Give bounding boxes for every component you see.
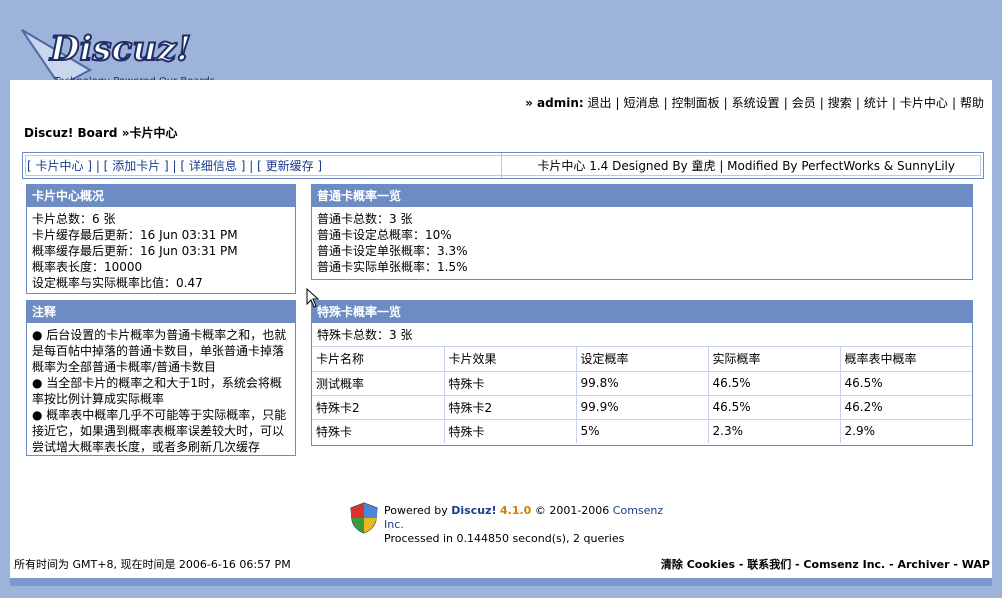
- cell-actual-prob: 46.5%: [708, 395, 841, 420]
- nav-stats[interactable]: 统计: [864, 96, 888, 110]
- overview-panel: 卡片中心概况 卡片总数：6 张 卡片缓存最后更新：16 Jun 03:31 PM…: [26, 184, 296, 294]
- top-navigation: » admin: 退出 | 短消息 | 控制面板 | 系统设置 | 会员 | 搜索 | 统计 | 卡片中心 |…: [525, 96, 984, 110]
- normal-set-single-prob: 普通卡设定单张概率：3.3%: [317, 244, 468, 258]
- overview-prob-ratio: 设定概率与实际概率比值：0.47: [32, 276, 203, 290]
- nav-messages[interactable]: 短消息: [624, 96, 660, 110]
- notes-panel: 注释 ● 后台设置的卡片概率为普通卡概率之和，也就是每百帖中掉落的普通卡数目，单…: [26, 300, 296, 456]
- special-card-title: 特殊卡概率一览: [312, 301, 972, 323]
- cell-card-effect: 特殊卡: [444, 371, 577, 396]
- cell-card-effect: 特殊卡2: [444, 395, 577, 420]
- cell-actual-prob: 46.5%: [708, 371, 841, 396]
- main-content: » admin: 退出 | 短消息 | 控制面板 | 系统设置 | 会员 | 搜索 | 统计 | 卡片中心 |…: [10, 80, 992, 578]
- nav-card-center[interactable]: 卡片中心: [900, 96, 948, 110]
- powered-version: 4.1.0: [500, 504, 532, 517]
- security-shield-icon: [350, 502, 378, 534]
- nav-members[interactable]: 会员: [792, 96, 816, 110]
- toolbar-update-cache[interactable]: 更新缓存: [266, 159, 314, 173]
- cell-set-prob: 5%: [576, 419, 709, 443]
- header-card-effect: 卡片效果: [444, 347, 577, 372]
- overview-card-cache-updated: 卡片缓存最后更新：16 Jun 03:31 PM: [32, 228, 238, 242]
- special-total: 特殊卡总数：3 张: [312, 323, 972, 347]
- bottom-bar: [10, 578, 992, 586]
- footer-links[interactable]: 清除 Cookies - 联系我们 - Comsenz Inc. - Archi…: [661, 556, 990, 572]
- note-item: ● 当全部卡片的概率之和大于1时，系统会将概率按比例计算成实际概率: [32, 376, 282, 406]
- note-item: ● 后台设置的卡片概率为普通卡概率之和，也就是每百帖中掉落的普通卡数目，单张普通…: [32, 328, 287, 374]
- toolbar-divider: [501, 153, 502, 178]
- table-row: 特殊卡2 特殊卡2 99.9% 46.5% 46.2%: [312, 395, 972, 420]
- cell-table-prob: 46.2%: [840, 395, 972, 420]
- nav-logout[interactable]: 退出: [587, 96, 611, 110]
- special-card-table: 卡片名称 卡片效果 设定概率 实际概率 概率表中概率 测试概率 特殊卡 99.8…: [312, 347, 972, 443]
- nav-control-panel[interactable]: 控制面板: [672, 96, 720, 110]
- cell-card-name: 测试概率: [312, 371, 445, 396]
- breadcrumb-board[interactable]: Discuz! Board: [24, 126, 118, 140]
- mouse-cursor-icon: [306, 288, 320, 308]
- overview-title: 卡片中心概况: [27, 185, 295, 207]
- nav-help[interactable]: 帮助: [960, 96, 984, 110]
- header-set-prob: 设定概率: [576, 347, 709, 372]
- footer-timezone: 所有时间为 GMT+8, 现在时间是 2006-6-16 06:57 PM: [14, 558, 291, 571]
- toolbar-details[interactable]: 详细信息: [189, 159, 237, 173]
- footer: 所有时间为 GMT+8, 现在时间是 2006-6-16 06:57 PM 清除…: [14, 554, 990, 572]
- card-center-toolbar: [ 卡片中心 ] | [ 添加卡片 ] | [ 详细信息 ] | [ 更新缓存 …: [22, 152, 984, 179]
- breadcrumb: Discuz! Board »卡片中心: [24, 124, 177, 141]
- overview-prob-table-length: 概率表长度：10000: [32, 260, 143, 274]
- table-row: 特殊卡 特殊卡 5% 2.3% 2.9%: [312, 419, 972, 443]
- overview-total-cards: 卡片总数：6 张: [32, 212, 116, 226]
- toolbar-credit: 卡片中心 1.4 Designed By 童虎 | Modified By Pe…: [537, 159, 955, 173]
- powered-by: Powered by Discuz! 4.1.0 © 2001-2006 Com…: [350, 500, 670, 545]
- normal-total: 普通卡总数：3 张: [317, 212, 413, 226]
- cell-table-prob: 2.9%: [844, 424, 876, 439]
- header-actual-prob: 实际概率: [708, 347, 841, 372]
- toolbar-add-card[interactable]: 添加卡片: [112, 159, 160, 173]
- processed-time: Processed in 0.144850 second(s), 2 queri…: [384, 532, 625, 545]
- header-table-prob: 概率表中概率: [840, 347, 972, 372]
- logo-wordmark: Discuz!: [49, 29, 191, 69]
- normal-set-total-prob: 普通卡设定总概率：10%: [317, 228, 452, 242]
- note-item: ● 概率表中概率几乎不可能等于实际概率，只能接近它，如果遇到概率表概率误差较大时…: [32, 408, 287, 454]
- cell-actual-prob: 2.3%: [708, 419, 841, 443]
- header-card-name: 卡片名称: [312, 347, 445, 372]
- nav-system-settings[interactable]: 系统设置: [732, 96, 780, 110]
- special-card-panel: 特殊卡概率一览 特殊卡总数：3 张 卡片名称 卡片效果 设定概率 实际概率 概率…: [311, 300, 973, 446]
- cell-table-prob: 46.5%: [840, 371, 972, 396]
- powered-prefix: Powered by: [384, 504, 448, 517]
- toolbar-links: [ 卡片中心 ] | [ 添加卡片 ] | [ 详细信息 ] | [ 更新缓存 …: [27, 159, 323, 173]
- normal-actual-single-prob: 普通卡实际单张概率：1.5%: [317, 260, 468, 274]
- nav-search[interactable]: 搜索: [828, 96, 852, 110]
- cell-card-name: 特殊卡2: [312, 395, 445, 420]
- normal-card-panel: 普通卡概率一览 普通卡总数：3 张 普通卡设定总概率：10% 普通卡设定单张概率…: [311, 184, 973, 280]
- breadcrumb-current: 卡片中心: [129, 126, 178, 140]
- powered-copyright: © 2001-2006: [534, 504, 610, 517]
- cell-set-prob: 99.8%: [576, 371, 709, 396]
- table-row: 测试概率 特殊卡 99.8% 46.5% 46.5%: [312, 371, 972, 396]
- normal-card-title: 普通卡概率一览: [312, 185, 972, 207]
- cell-card-name: 特殊卡: [312, 419, 445, 443]
- notes-title: 注释: [27, 301, 295, 323]
- overview-prob-cache-updated: 概率缓存最后更新：16 Jun 03:31 PM: [32, 244, 238, 258]
- toolbar-card-center[interactable]: 卡片中心: [36, 159, 84, 173]
- powered-brand-link[interactable]: Discuz!: [451, 504, 496, 517]
- table-header-row: 卡片名称 卡片效果 设定概率 实际概率 概率表中概率: [312, 347, 972, 372]
- cell-card-effect: 特殊卡: [444, 419, 577, 443]
- cell-set-prob: 99.9%: [576, 395, 709, 420]
- user-label: » admin:: [525, 96, 584, 110]
